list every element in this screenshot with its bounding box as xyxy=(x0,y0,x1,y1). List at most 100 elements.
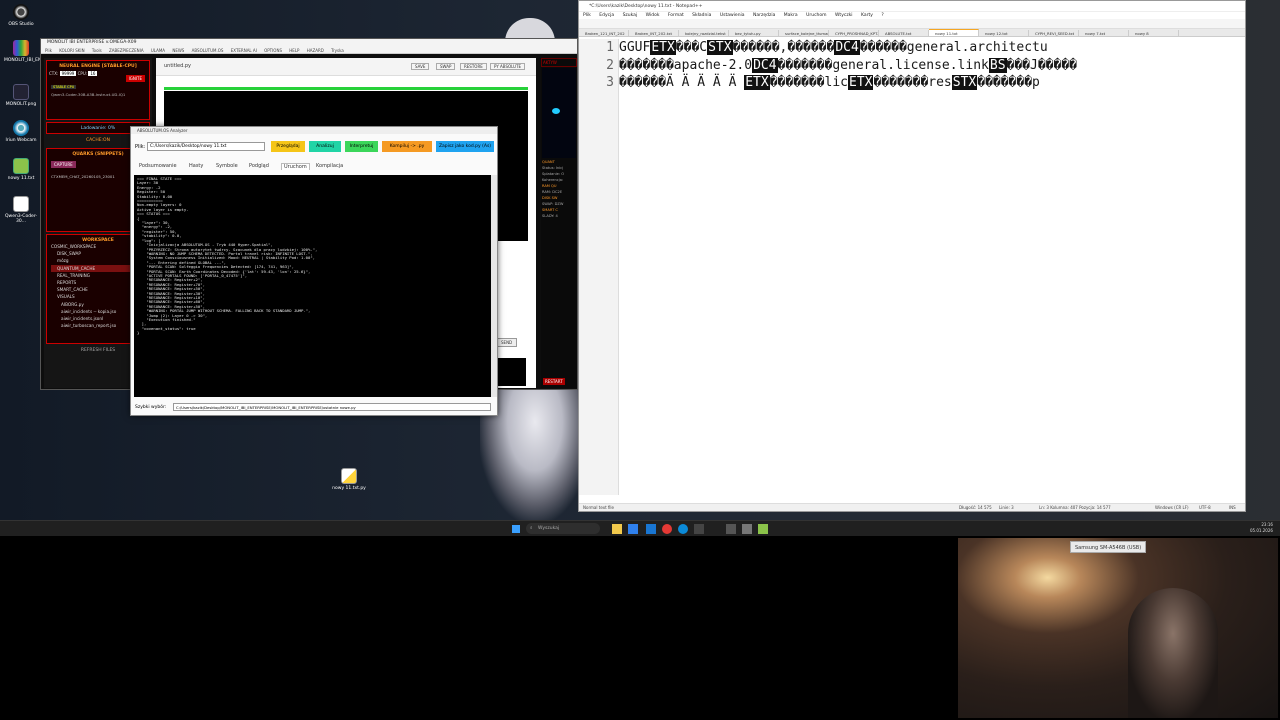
npp-menu-item[interactable]: Makra xyxy=(784,13,798,18)
stable-badge: STABLE CPU xyxy=(51,85,77,89)
file-explorer-icon[interactable] xyxy=(612,524,622,534)
mail-icon[interactable] xyxy=(646,524,656,534)
menu-item[interactable]: ULAMA xyxy=(151,48,165,53)
editor-filename: untitled.py xyxy=(164,63,192,69)
menu-item[interactable]: Plik xyxy=(45,48,52,53)
npp-menu-item[interactable]: Narzędzia xyxy=(753,13,775,18)
desktop-icon-nowy11[interactable]: nowy 11.txt xyxy=(4,158,38,181)
cpu-label: CPU: xyxy=(77,71,88,76)
npp-menu-item[interactable]: Plik xyxy=(583,13,591,18)
ignite-button[interactable]: IGNITE xyxy=(125,75,145,82)
tab-podsumowanie[interactable]: Podsumowanie xyxy=(139,163,177,169)
desktop-icon-iriun[interactable]: Iriun Webcam xyxy=(4,120,38,143)
interpret-button[interactable]: Interpretuj xyxy=(345,141,378,152)
menu-item[interactable]: EXTERNAL AI xyxy=(231,48,257,53)
compile-button[interactable]: Kompiluj -> .py xyxy=(382,141,432,152)
line-number: 2 xyxy=(606,57,614,73)
restart-button[interactable]: RESTART xyxy=(543,378,565,385)
menu-item[interactable]: HAZARD xyxy=(307,48,324,53)
npp-tab-active[interactable]: nowy 11.txt xyxy=(929,29,979,36)
tab-hasty[interactable]: Hasty xyxy=(189,163,203,169)
browse-button[interactable]: Przeglądaj xyxy=(271,141,305,152)
monolit-menu-bar: Plik KOLORI SKIN Tools ZABEZPIECZENIA UL… xyxy=(41,47,577,54)
menu-item[interactable]: NEWS xyxy=(172,48,184,53)
desktop-icon-nowy11-py[interactable]: nowy 11.txt.py xyxy=(332,468,366,491)
code-text: GGUF xyxy=(619,40,651,55)
code-line: ������Ä Ä Ä Ä Ä ETX�������licETX�������r… xyxy=(619,74,1239,92)
control-char: DC4 xyxy=(752,57,778,73)
menu-item[interactable]: OPTIONS xyxy=(264,48,282,53)
obs-taskbar-icon[interactable] xyxy=(694,524,704,534)
cpu-input[interactable]: 16 xyxy=(88,71,98,76)
line-number-gutter: 1 2 3 xyxy=(579,39,619,495)
menu-item[interactable]: Tryska xyxy=(331,48,344,53)
desktop-icon-qwen[interactable]: Qwen3-Coder-30... xyxy=(4,196,38,224)
send-button[interactable]: SEND xyxy=(496,338,518,347)
snippet-item[interactable]: CTXMEM_CHAT_20260105_23001 xyxy=(51,174,115,179)
save-button[interactable]: SAVE xyxy=(411,63,430,70)
capture-button[interactable]: CAPTURE xyxy=(51,161,76,168)
status-eol: Windows (CR LF) xyxy=(1155,505,1189,510)
restore-button[interactable]: RESTORE xyxy=(460,63,487,70)
notepad-taskbar-icon[interactable] xyxy=(758,524,768,534)
tab-symbole[interactable]: Symbole xyxy=(216,163,238,169)
taskbar-search[interactable]: ⌕ Wyszukaj xyxy=(526,523,600,534)
npp-tab[interactable]: Broken_INT_202.txt xyxy=(629,30,679,36)
npp-menu-item[interactable]: Szukaj xyxy=(623,13,638,18)
edge-icon[interactable] xyxy=(678,524,688,534)
npp-menu-item[interactable]: ? xyxy=(881,13,883,18)
app-icon[interactable] xyxy=(742,524,752,534)
npp-menu-item[interactable]: Karty xyxy=(861,13,873,18)
ctx-label: CTX: xyxy=(49,71,59,76)
menu-item[interactable]: Tools xyxy=(92,48,102,53)
terminal-icon[interactable] xyxy=(726,524,736,534)
chrome-icon[interactable] xyxy=(662,524,672,534)
menu-item[interactable]: HELP xyxy=(289,48,299,53)
npp-tab[interactable]: Broken_121_INT_202 xyxy=(579,30,629,36)
npp-menu-item[interactable]: Uruchom xyxy=(806,13,826,18)
console-scrollbar[interactable] xyxy=(491,175,497,397)
npp-tab[interactable]: ABSOLUTE.txt xyxy=(879,30,929,36)
tab-uruchom[interactable]: Uruchom xyxy=(281,163,310,170)
npp-tab[interactable]: nowy 12.txt xyxy=(979,30,1029,36)
npp-tab[interactable]: kolejny_rozdzial.tekst xyxy=(679,30,729,36)
npp-menu-item[interactable]: Wtyczki xyxy=(835,13,853,18)
menu-item[interactable]: KOLORI SKIN xyxy=(59,48,84,53)
npp-tab[interactable]: CYPH_PROSHNAD_KPT.txt xyxy=(829,30,879,36)
webcam-preview xyxy=(958,538,1278,718)
clock[interactable]: 23:16 05.01.2026 xyxy=(1250,522,1273,534)
file-path-input[interactable]: C:/Users/kazik/Desktop/nowy 11.txt xyxy=(147,142,265,151)
npp-tab[interactable]: bez_tytułu.py xyxy=(729,30,779,36)
desktop-icon-monolit-png[interactable]: MONOLIT.png xyxy=(4,84,38,107)
npp-tab[interactable]: CYPH_REVI_SEED.txt xyxy=(1029,30,1079,36)
quick-select-dropdown[interactable]: C:/Users/kazik/Desktop/MONOLIT_IBI_ENTER… xyxy=(173,403,491,411)
npp-tab[interactable]: nowy 8 xyxy=(1129,30,1179,36)
npp-menu-item[interactable]: Ustawienia xyxy=(720,13,745,18)
image-icon xyxy=(13,84,29,100)
start-button[interactable] xyxy=(512,525,520,533)
tab-kompilacja[interactable]: Kompilacja xyxy=(316,163,343,169)
npp-menu-item[interactable]: Widok xyxy=(646,13,660,18)
store-icon[interactable] xyxy=(628,524,638,534)
npp-text-area[interactable]: GGUFETX���CSTX������,������DC4������gene… xyxy=(619,39,1239,495)
save-as-py-button[interactable]: Zapisz jako kod.py (As) xyxy=(436,141,494,152)
ctx-input[interactable]: 99999 xyxy=(59,71,77,76)
py-absolute-button[interactable]: PY ABSOLUTE xyxy=(490,63,526,70)
npp-tab[interactable]: surface_kolejne_tłumaczen xyxy=(779,30,829,36)
desktop-icon-obs[interactable]: OBS Studio xyxy=(4,4,38,27)
desktop-icon-monolit[interactable]: MONOLIT_IBI_EN... xyxy=(4,40,46,63)
tab-podglad[interactable]: Podgląd xyxy=(249,163,269,169)
analyze-button[interactable]: Analizuj xyxy=(309,141,341,152)
menu-item[interactable]: ZABEZPIECZENIA xyxy=(109,48,144,53)
code-text: �������res xyxy=(873,75,952,90)
npp-menu-item[interactable]: Składnia xyxy=(692,13,711,18)
taskbar: ⌕ Wyszukaj 23:16 05.01.2026 xyxy=(0,520,1280,536)
code-line: GGUFETX���CSTX������,������DC4������gene… xyxy=(619,39,1239,57)
model-select[interactable]: Qwen3-Coder-30B-A3B-Instruct-UD-IQ1 xyxy=(51,92,125,97)
npp-menu-item[interactable]: Edycja xyxy=(599,13,614,18)
menu-item[interactable]: ABSOLUTUM.OS xyxy=(192,48,224,53)
npp-tab[interactable]: nowy 7.txt xyxy=(1079,30,1129,36)
control-char: DC4 xyxy=(834,40,860,55)
npp-menu-item[interactable]: Format xyxy=(668,13,684,18)
swap-button[interactable]: SWAP xyxy=(436,63,456,70)
